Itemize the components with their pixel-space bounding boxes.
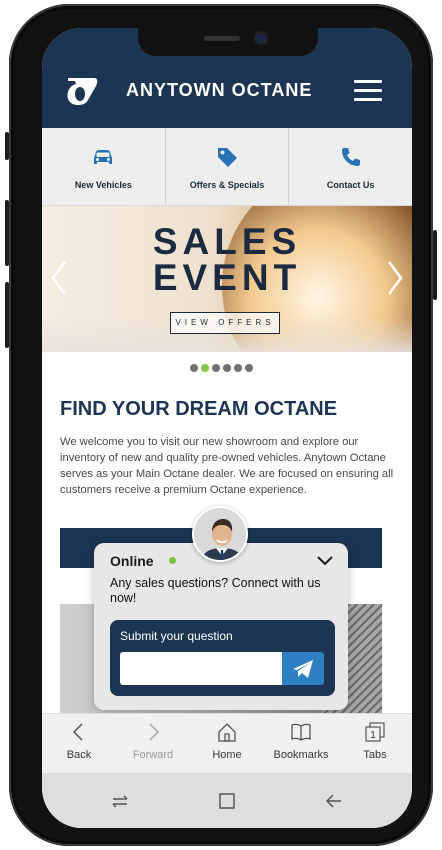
system-nav-bar [42, 773, 412, 828]
carousel-dot-active[interactable] [201, 364, 209, 372]
tabs-button[interactable]: 1 Tabs [338, 714, 412, 773]
car-icon [94, 150, 113, 164]
phone-icon [341, 148, 360, 166]
chat-widget: Online Any sales questions? Connect with… [94, 543, 348, 710]
front-camera [256, 33, 266, 43]
phone-notch [138, 28, 318, 56]
carousel-dot[interactable] [245, 364, 253, 372]
recent-apps-icon[interactable] [110, 791, 130, 811]
bookmarks-book-icon [291, 723, 311, 741]
tab-count: 1 [370, 730, 376, 741]
send-button[interactable] [282, 652, 324, 685]
back-nav-icon[interactable] [324, 791, 344, 811]
quicknav-label: Contact Us [326, 180, 375, 190]
chat-question-input[interactable] [120, 652, 282, 685]
carousel-dot[interactable] [223, 364, 231, 372]
volume-up-button [5, 132, 9, 160]
chat-status: Online [110, 553, 154, 569]
quicknav-contact[interactable]: Contact Us [289, 128, 412, 205]
chevron-down-icon[interactable] [316, 555, 334, 567]
octane-logo-icon[interactable] [64, 72, 100, 108]
quicknav-label: New Vehicles [74, 180, 132, 190]
quicknav-new-vehicles[interactable]: New Vehicles [42, 128, 166, 205]
menu-icon[interactable] [354, 80, 382, 102]
agent-avatar [192, 506, 248, 562]
carousel-dot[interactable] [234, 364, 242, 372]
forward-button[interactable]: Forward [116, 714, 190, 773]
back-button[interactable]: Back [42, 714, 116, 773]
intro-paragraph: We welcome you to visit our new showroom… [60, 436, 394, 496]
carousel-dot[interactable] [190, 364, 198, 372]
view-offers-button[interactable]: VIEW OFFERS [170, 312, 280, 334]
carousel-dots[interactable] [190, 364, 253, 372]
chat-question-form: Submit your question [110, 620, 335, 696]
browser-toolbar: Back Forward Home Bookmarks 1 Tabs [42, 713, 412, 773]
page-headline: FIND YOUR DREAM OCTANE [60, 398, 338, 420]
hero-carousel[interactable]: SALES EVENT VIEW OFFERS [42, 206, 412, 352]
phone-screen: ANYTOWN OCTANE New Vehicles Offers & Spe… [42, 28, 412, 828]
carousel-dot[interactable] [212, 364, 220, 372]
bookmarks-button[interactable]: Bookmarks [264, 714, 338, 773]
brand-name[interactable]: ANYTOWN OCTANE [126, 80, 312, 101]
home-icon [218, 723, 236, 742]
power-button [433, 230, 437, 300]
home-button[interactable]: Home [190, 714, 264, 773]
speaker-grille [204, 36, 240, 41]
paper-plane-icon [293, 660, 313, 678]
mute-switch [5, 282, 9, 348]
tag-icon [218, 148, 237, 167]
quick-nav: New Vehicles Offers & Specials Contact U… [42, 128, 412, 206]
home-square-icon[interactable] [217, 791, 237, 811]
chat-form-label: Submit your question [120, 629, 233, 643]
banner-title: SALES EVENT [152, 221, 302, 298]
quicknav-label: Offers & Specials [189, 180, 265, 190]
carousel-prev-icon[interactable] [48, 258, 70, 298]
volume-down-button [5, 200, 9, 266]
back-arrow-icon [72, 723, 83, 741]
forward-arrow-icon [149, 723, 160, 741]
carousel-next-icon[interactable] [384, 258, 406, 298]
tabs-icon: 1 [365, 722, 385, 742]
online-indicator-icon [169, 557, 176, 564]
quicknav-offers[interactable]: Offers & Specials [166, 128, 290, 205]
chat-message: Any sales questions? Connect with us now… [110, 576, 321, 605]
